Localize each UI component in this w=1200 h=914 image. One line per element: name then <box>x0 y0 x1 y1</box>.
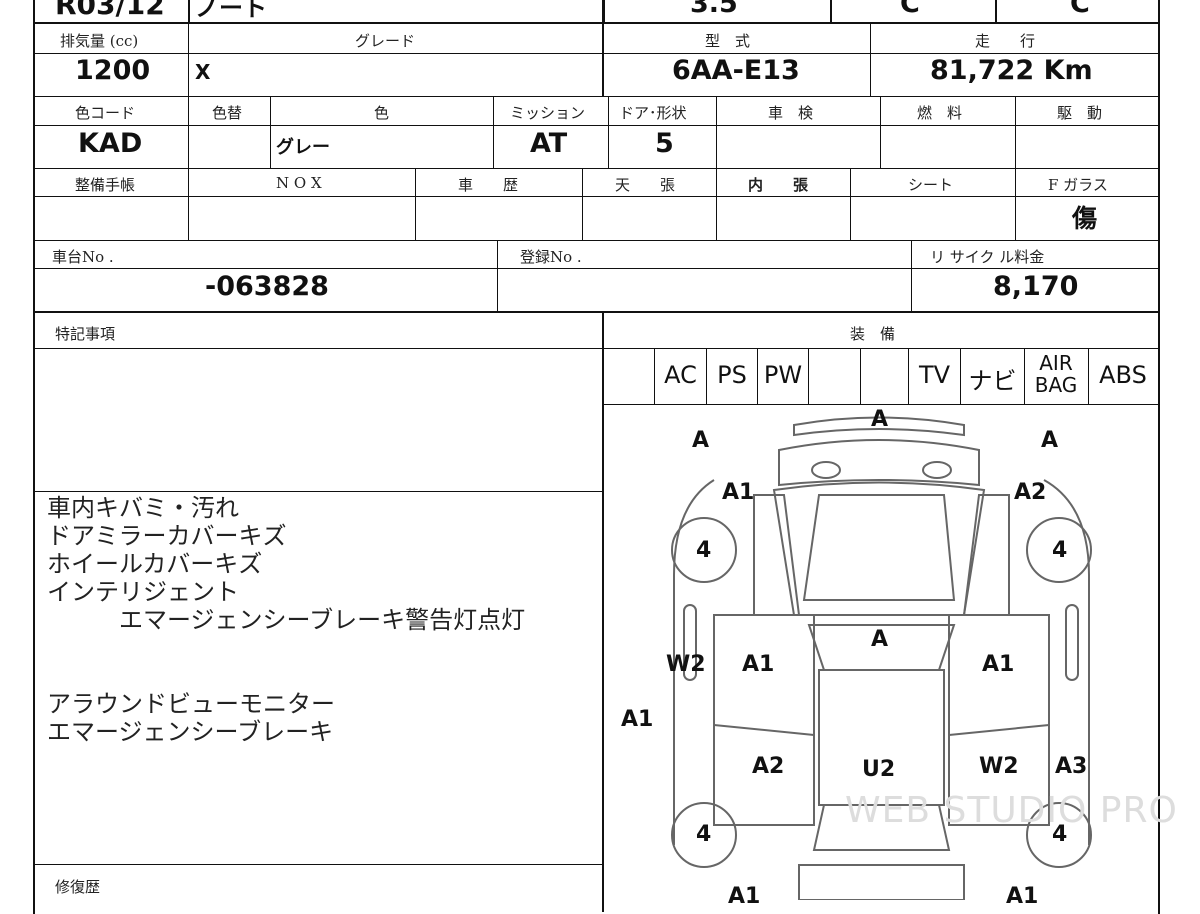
watermark: WEB STUDIO PRO <box>845 790 1178 831</box>
damage-right-fender: A2 <box>1014 480 1047 505</box>
header-grade: グレード <box>355 32 416 50</box>
color-value: グレー <box>276 137 330 158</box>
header-color-code: 色コード <box>75 104 136 122</box>
header-chassis: 車台No . <box>52 248 114 266</box>
header-mileage: 走 行 <box>975 32 1036 50</box>
damage-right-rear-door: W2 <box>979 754 1019 779</box>
grade-value: X <box>195 60 211 84</box>
header-repaint: 色替 <box>212 104 243 122</box>
header-roof: 天 張 <box>615 176 676 194</box>
chassis-value: -063828 <box>205 271 329 302</box>
damage-bottom-left: A1 <box>728 884 761 909</box>
header-seat: シート <box>908 176 954 194</box>
header-recycle: リ サイク ル料金 <box>930 248 1045 266</box>
auction-date: R03/12 <box>55 0 165 21</box>
equipment-abs: ABS <box>1099 361 1147 389</box>
model-name: ノート <box>195 0 267 22</box>
displacement-value: 1200 <box>75 55 151 86</box>
damage-wheel-right-front: 4 <box>1052 538 1068 563</box>
special-notes-text: 車内キバミ・汚れ ドアミラーカバーキズ ホイールカバーキズ インテリジェント エ… <box>47 494 526 746</box>
type-value: 6AA-E13 <box>672 55 800 86</box>
exterior-score: C <box>1070 0 1090 19</box>
header-maintenance: 整備手帳 <box>75 176 136 194</box>
header-displacement: 排気量 (cc) <box>60 32 139 50</box>
damage-center: U2 <box>862 757 896 782</box>
damage-wheel-left-rear: 4 <box>696 822 712 847</box>
header-fuel: 燃 料 <box>917 104 963 122</box>
header-type: 型 式 <box>705 32 751 50</box>
header-nox: N O X <box>276 174 322 192</box>
damage-right-rear-fender: A3 <box>1055 754 1088 779</box>
damage-left-side: A1 <box>621 707 654 732</box>
header-color: 色 <box>374 104 390 122</box>
mileage-value: 81,722 Km <box>930 55 1093 86</box>
header-interior-lining: 内 張 <box>748 176 809 194</box>
header-equipment: 装 備 <box>850 325 896 343</box>
damage-left-front-door-a1: A1 <box>742 652 775 677</box>
equipment-navi: ナビ <box>968 367 1017 395</box>
equipment-airbag: AIR BAG <box>1034 351 1078 397</box>
equipment-tv: TV <box>918 361 951 389</box>
damage-right-front-door: A1 <box>982 652 1015 677</box>
color-code-value: KAD <box>78 128 143 159</box>
equipment-pw: PW <box>763 361 803 389</box>
damage-bottom-right: A1 <box>1006 884 1039 909</box>
damage-roof: A <box>871 627 889 652</box>
damage-front-bumper: A <box>871 407 889 432</box>
header-inspection: 車 検 <box>768 104 814 122</box>
damage-left-front-door-w2: W2 <box>666 652 706 677</box>
header-mission: ミッション <box>510 104 586 122</box>
damage-left-fender: A1 <box>722 480 755 505</box>
header-history: 車 歴 <box>458 176 519 194</box>
damage-left-rear-door: A2 <box>752 754 785 779</box>
door-value: 5 <box>655 128 674 159</box>
header-door: ドア･形状 <box>619 104 687 122</box>
header-repair-history: 修復歴 <box>55 878 101 896</box>
equipment-ps: PS <box>717 361 747 389</box>
header-special-notes: 特記事項 <box>55 325 116 343</box>
equipment-ac: AC <box>664 361 697 389</box>
interior-score: C <box>900 0 920 19</box>
mission-value: AT <box>530 128 568 159</box>
header-registration: 登録No . <box>520 248 582 266</box>
glass-value: 傷 <box>1072 204 1098 233</box>
damage-front-right: A <box>1041 428 1059 453</box>
header-glass: F ガラス <box>1048 176 1108 194</box>
header-drive: 駆 動 <box>1057 104 1103 122</box>
damage-wheel-left-front: 4 <box>696 538 712 563</box>
overall-score: 3.5 <box>690 0 738 19</box>
damage-front-left: A <box>692 428 710 453</box>
recycle-value: 8,170 <box>993 271 1079 302</box>
